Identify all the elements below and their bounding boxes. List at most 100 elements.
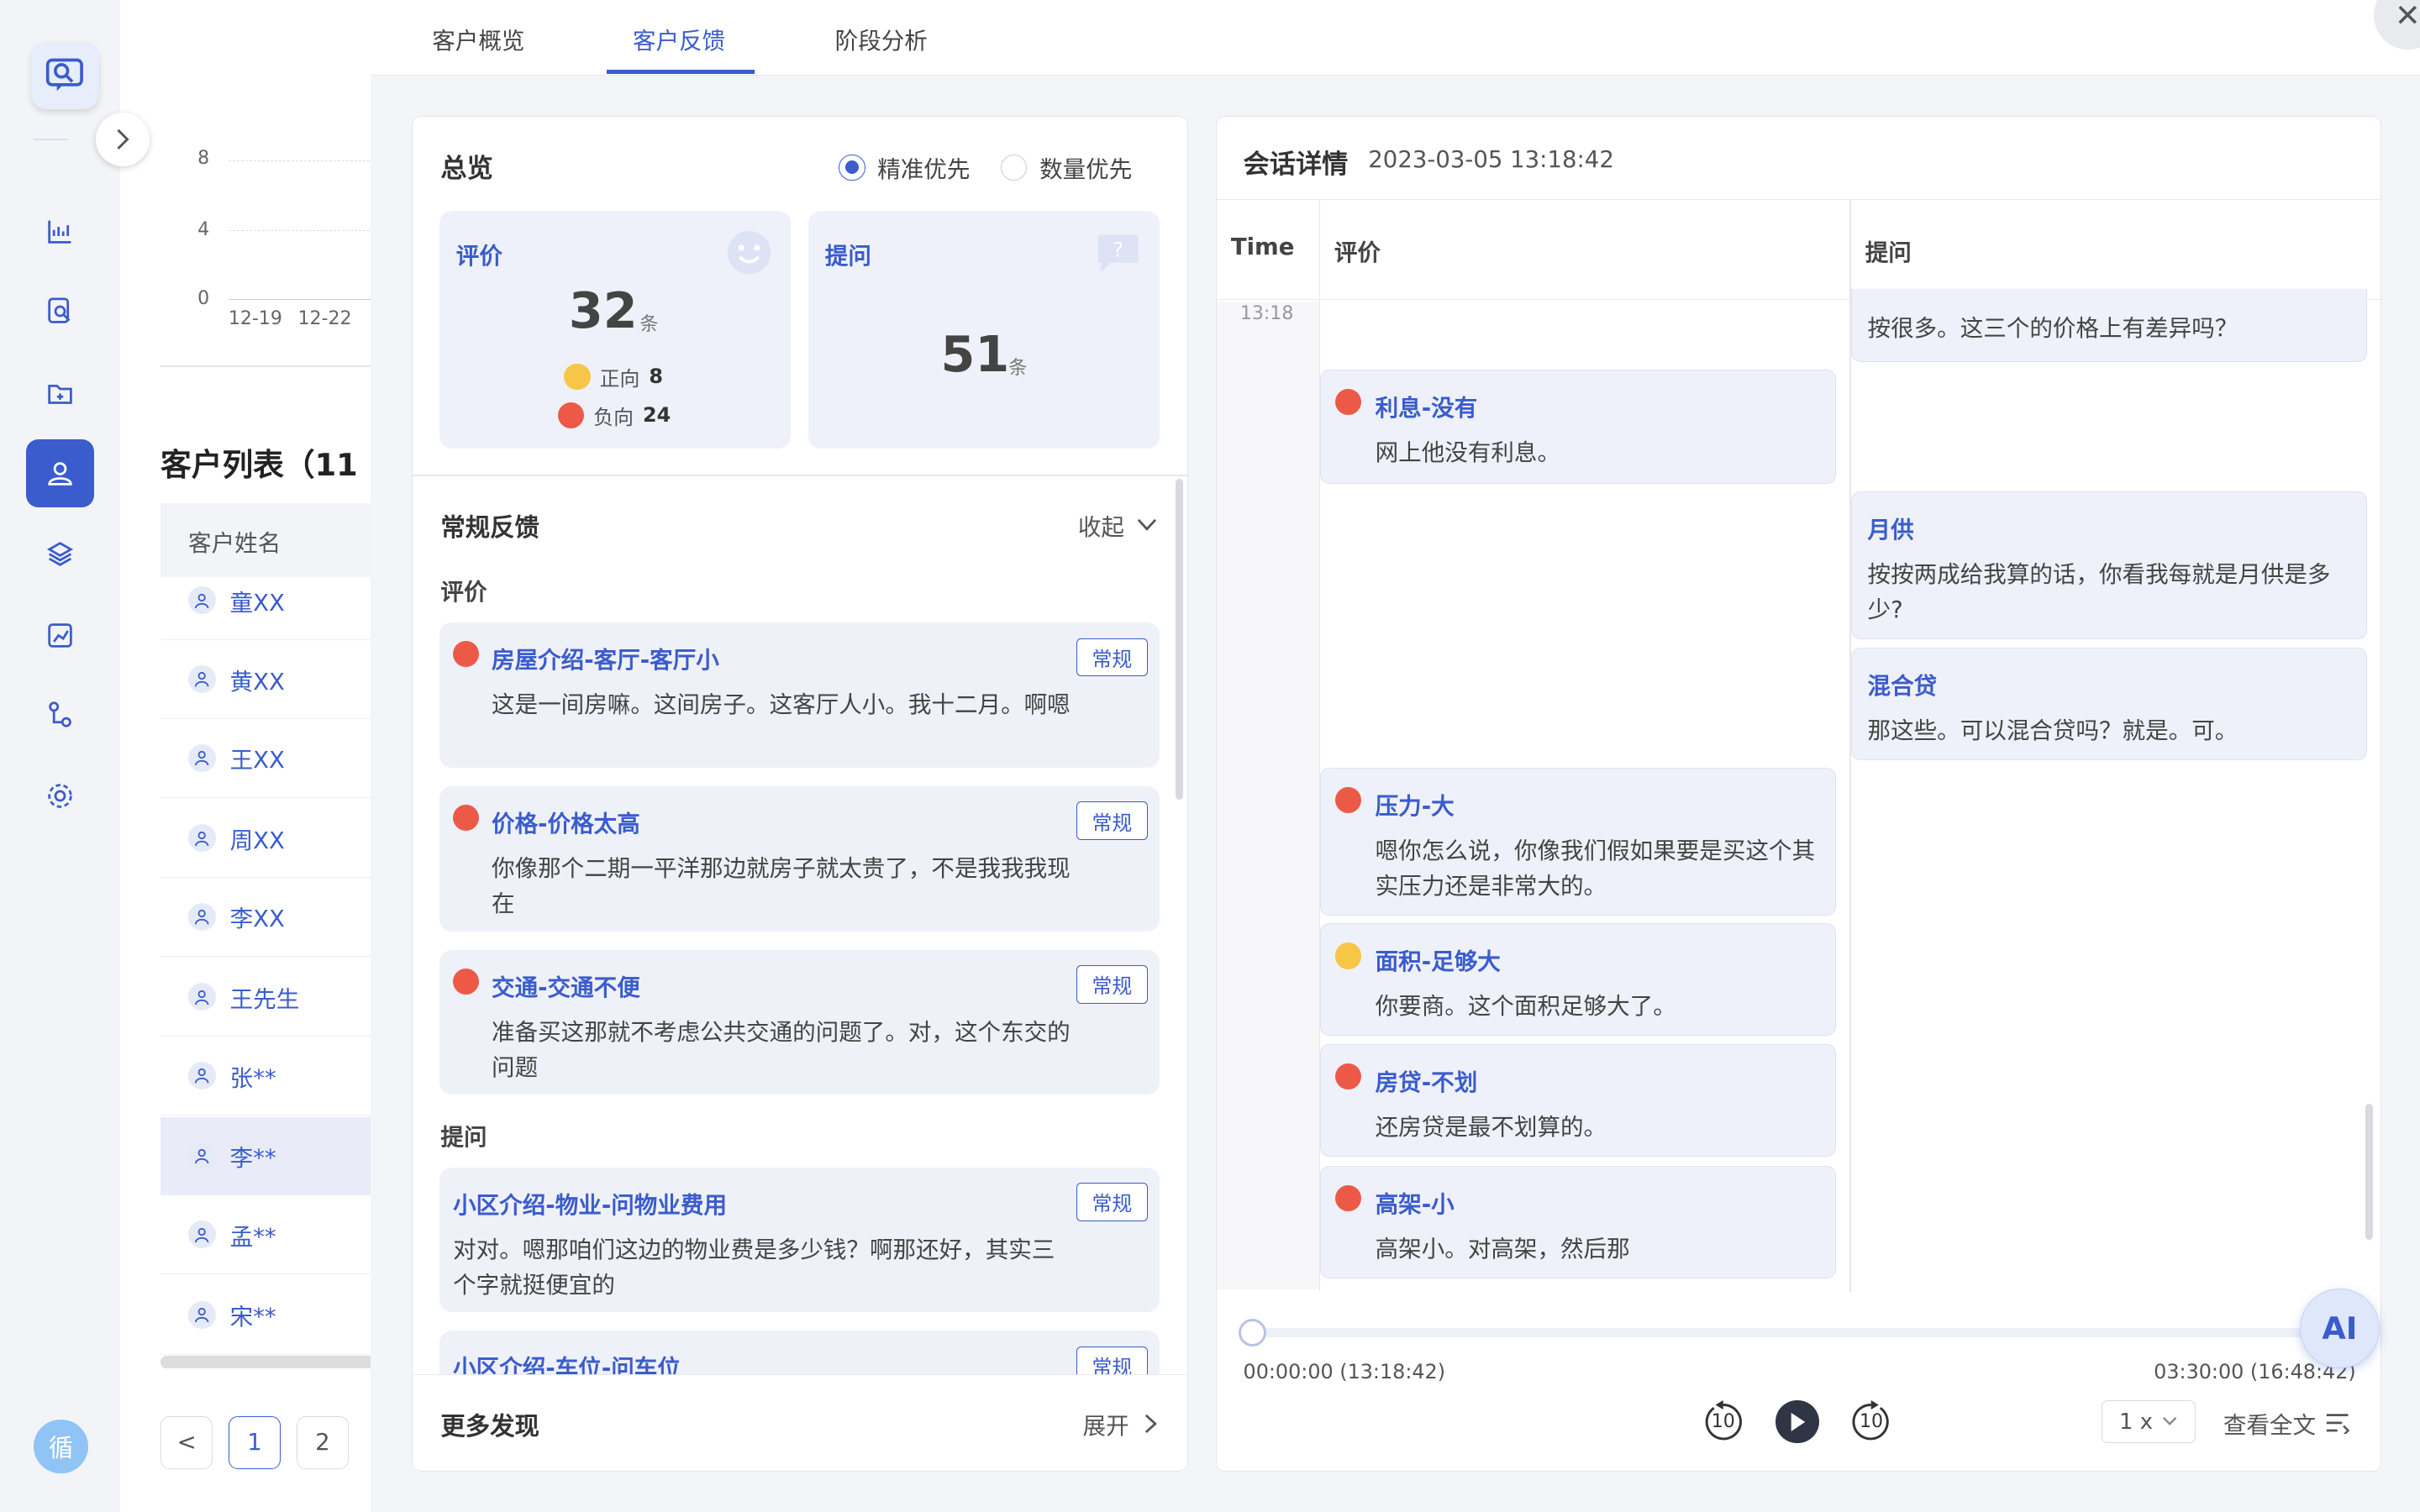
- negative-value: 24: [642, 403, 671, 428]
- negative-face-icon: [453, 968, 480, 995]
- customer-row[interactable]: 王XX: [160, 719, 392, 798]
- customer-row[interactable]: 周XX: [160, 799, 392, 879]
- question-bubble-text: 按很多。这三个的价格上有差异吗？: [1867, 315, 2238, 343]
- customer-row[interactable]: 张**: [160, 1037, 392, 1116]
- app-logo[interactable]: [30, 41, 99, 110]
- doc-search-icon[interactable]: [26, 278, 94, 346]
- feedback-item[interactable]: 房屋介绍-客厅-客厅小 常规 这是一间房嘛。这间房子。这客厅人小。我十二月。啊嗯: [439, 622, 1160, 768]
- tab-overview[interactable]: 客户概览: [432, 22, 524, 55]
- positive-face-icon: [1334, 942, 1362, 969]
- evaluation-bubble-title: 房贷-不划: [1375, 1068, 1478, 1096]
- play-button[interactable]: [1776, 1399, 1819, 1444]
- prev-page-button[interactable]: <: [160, 1416, 213, 1469]
- column-header-question: 提问: [1865, 239, 1912, 267]
- question-card-title: 提问: [824, 243, 871, 270]
- time-stamp: 13:18: [1239, 302, 1294, 324]
- customer-row[interactable]: 宋**: [160, 1276, 392, 1355]
- customer-row-selected[interactable]: 李**: [160, 1116, 392, 1196]
- tab-stage-analysis[interactable]: 阶段分析: [835, 22, 928, 55]
- question-count: 51: [940, 324, 1010, 383]
- radio-precision-first[interactable]: 精准优先: [839, 150, 970, 184]
- close-icon: ✕: [2394, 0, 2420, 34]
- radio-unchecked: [1001, 154, 1028, 181]
- evaluation-bubble-title: 面积-足够大: [1375, 948, 1501, 976]
- expand-label: 展开: [1082, 1413, 1129, 1441]
- feedback-item[interactable]: 价格-价格太高 常规 你像那个二期一平洋那边就房子就太贵了，不是我我我现在: [439, 785, 1160, 932]
- page-1-button[interactable]: 1: [228, 1416, 281, 1469]
- user-avatar[interactable]: 循: [34, 1419, 88, 1474]
- session-detail-panel: 会话详情 2023-03-05 13:18:42 Time 评价 提问 13:1…: [1216, 115, 2381, 1473]
- settings-icon[interactable]: [26, 762, 94, 830]
- question-bubble[interactable]: 月供 按按两成给我算的话，你看我每就是月供是多少?: [1851, 491, 2367, 640]
- folder-icon[interactable]: [26, 360, 94, 428]
- evaluation-bubble[interactable]: 利息-没有 网上他没有利息。: [1320, 369, 1836, 484]
- feedback-panel: 总览 精准优先 数量优先 评价 32 条 正向 8 负向 24 提问 ? 51 条 …: [412, 115, 1189, 1473]
- forward-10-button[interactable]: 10: [1849, 1399, 1892, 1443]
- layers-icon[interactable]: [26, 520, 94, 588]
- negative-face-icon: [1334, 1184, 1362, 1211]
- evaluation-bubble[interactable]: 房贷-不划 还房贷是最不划算的。: [1320, 1043, 1836, 1157]
- question-bubble-title: 混合贷: [1867, 672, 1938, 700]
- evaluation-bubble[interactable]: 面积-足够大 你要商。这个面积足够大了。: [1320, 923, 1836, 1037]
- column-header-time: Time: [1230, 234, 1295, 261]
- view-full-text-button[interactable]: 查看全文: [2223, 1406, 2350, 1440]
- customer-row[interactable]: 王先生: [160, 958, 392, 1037]
- customer-name: 张**: [229, 1064, 276, 1092]
- speed-select[interactable]: 1 x: [2101, 1399, 2196, 1444]
- start-time: 00:00:00 (13:18:42): [1243, 1360, 1446, 1384]
- vertical-scrollbar[interactable]: [1175, 479, 1183, 801]
- expand-toggle[interactable]: 展开: [1083, 1407, 1159, 1441]
- question-item[interactable]: 小区介绍-物业-问物业费用 常规 对对。嗯那咱们这边的物业费是多少钱？啊那还好，…: [439, 1167, 1160, 1313]
- expand-sidebar-button[interactable]: [95, 113, 150, 167]
- question-bubble-text: 按按两成给我算的话，你看我每就是月供是多少?: [1867, 561, 2331, 624]
- customer-row[interactable]: 黄XX: [160, 640, 392, 719]
- y-tick: 0: [197, 288, 210, 310]
- evaluation-card: 评价 32 条 正向 8 负向 24: [439, 210, 792, 449]
- question-item-title: 小区介绍-物业-问物业费用: [453, 1191, 727, 1219]
- positive-count: 正向 8: [564, 362, 663, 391]
- vertical-scrollbar[interactable]: [2365, 1104, 2373, 1240]
- session-header: 会话详情 2023-03-05 13:18:42: [1217, 117, 2381, 200]
- flow-icon[interactable]: [26, 680, 94, 748]
- evaluation-bubble[interactable]: 高架-小 高架小。对高架，然后那: [1320, 1165, 1836, 1278]
- negative-face-icon: [1334, 389, 1362, 416]
- feedback-item[interactable]: 交通-交通不便 常规 准备买这那就不考虑公共交通的问题了。对，这个东交的问题: [439, 949, 1160, 1095]
- list-icon: [2326, 1414, 2350, 1435]
- radio-quantity-first[interactable]: 数量优先: [1001, 150, 1132, 184]
- evaluation-bubble-text: 嗯你怎么说，你像我们假如果要是买这个其实压力还是非常大的。: [1375, 837, 1816, 900]
- customer-page-background: 8 4 0 12-19 12-22 客户列表（11 客户姓名 童XX 黄XX 王…: [120, 0, 392, 1512]
- question-card: 提问 ? 51 条: [808, 210, 1160, 449]
- question-unit: 条: [1008, 357, 1028, 379]
- rewind-10-button[interactable]: 10: [1702, 1399, 1744, 1443]
- evaluation-unit: 条: [639, 314, 659, 336]
- customer-row[interactable]: 孟**: [160, 1195, 392, 1275]
- customer-icon[interactable]: [26, 439, 95, 508]
- chart-icon[interactable]: [26, 197, 94, 265]
- customer-row[interactable]: 李XX: [160, 878, 392, 957]
- grid-line: [228, 160, 383, 161]
- ai-assistant-button[interactable]: AI: [2299, 1288, 2381, 1369]
- active-tab-indicator: [606, 69, 755, 75]
- person-icon: [188, 586, 217, 615]
- evaluation-bubble-text: 网上他没有利息。: [1375, 439, 1561, 467]
- tab-feedback[interactable]: 客户反馈: [633, 22, 725, 55]
- regular-feedback-title: 常规反馈: [440, 513, 539, 543]
- more-findings-section: 更多发现 展开: [413, 1373, 1188, 1472]
- evaluation-bubble[interactable]: 压力-大 嗯你怎么说，你像我们假如果要是买这个其实压力还是非常大的。: [1320, 767, 1836, 916]
- evaluation-bubble-text: 高架小。对高架，然后那: [1375, 1235, 1630, 1263]
- horizontal-scrollbar[interactable]: [160, 1356, 392, 1369]
- feedback-item-title: 价格-价格太高: [492, 810, 640, 837]
- question-bubble[interactable]: 按很多。这三个的价格上有差异吗？: [1851, 289, 2367, 362]
- question-bubble[interactable]: 混合贷 那这些。可以混合贷吗？就是。可。: [1851, 647, 2367, 760]
- regular-tag: 常规: [1076, 1182, 1148, 1221]
- customer-row[interactable]: 童XX: [160, 562, 392, 641]
- progress-track[interactable]: [1250, 1327, 2332, 1337]
- progress-handle[interactable]: [1239, 1318, 1267, 1347]
- collapse-toggle[interactable]: 收起: [1078, 508, 1157, 542]
- customer-name: 王XX: [229, 747, 285, 774]
- page-2-button[interactable]: 2: [296, 1416, 350, 1469]
- negative-face-icon: [453, 804, 480, 832]
- report-icon[interactable]: [26, 601, 94, 669]
- column-header-evaluation: 评价: [1334, 239, 1381, 267]
- person-icon: [188, 743, 217, 772]
